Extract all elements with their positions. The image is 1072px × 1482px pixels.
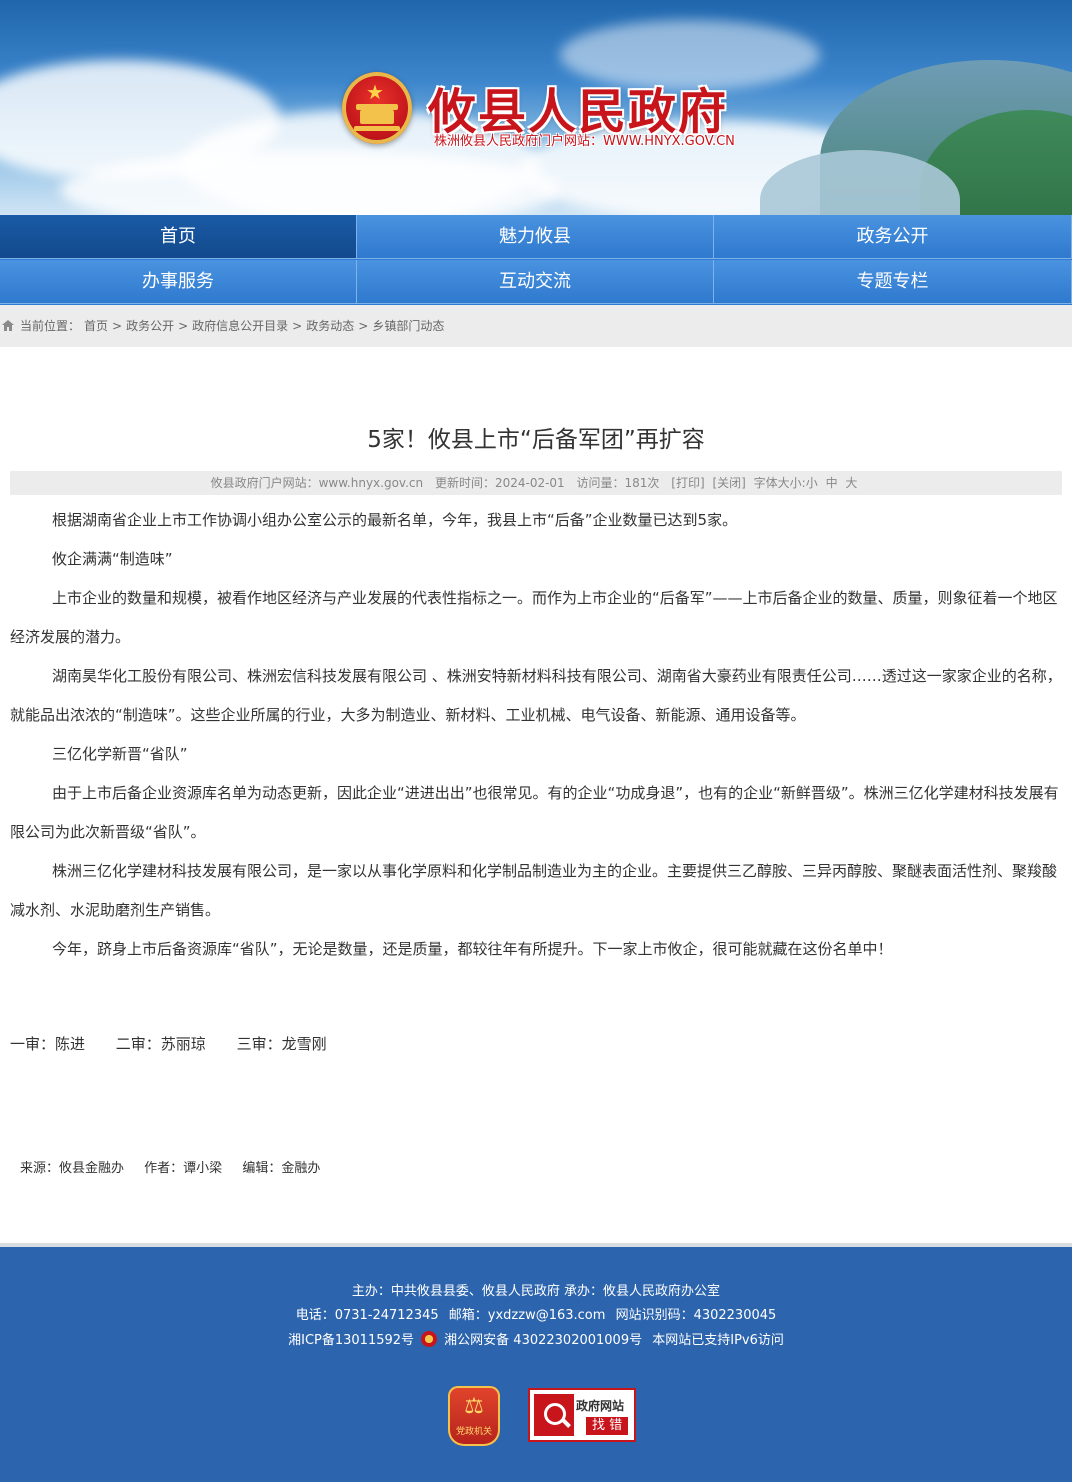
article-editor: 编辑：金融办: [242, 1161, 321, 1176]
home-icon: [2, 320, 14, 331]
national-emblem-icon: ★: [342, 72, 412, 144]
site-footer: 主办：中共攸县县委、攸县人民政府 承办：攸县人民政府办公室 电话：0731-24…: [0, 1243, 1072, 1482]
article-subheading: 攸企满满“制造味”: [52, 550, 173, 568]
footer-email: 邮箱：yxdzzw@163.com: [448, 1308, 606, 1323]
police-badge-icon: [421, 1331, 438, 1347]
breadcrumb-separator: >: [292, 319, 303, 333]
review-line: 一审：陈进 二审：苏丽琼 三审：龙雪刚: [10, 1028, 353, 1060]
footer-contact: 电话：0731-24712345 邮箱：yxdzzw@163.com 网站识别码…: [0, 1305, 1072, 1327]
review-first: 一审：陈进: [10, 1035, 86, 1053]
nav-item-gov-open[interactable]: 政务公开: [714, 215, 1072, 259]
article-source: 来源：攸县金融办: [20, 1161, 125, 1176]
article-paragraph: 根据湖南省企业上市工作协调小组办公室公示的最新名单，今年，我县上市“后备”企业数…: [52, 511, 738, 529]
party-gov-emblem-icon: ⚖: [464, 1394, 484, 1419]
meta-updated: 更新时间：2024-02-01: [434, 476, 565, 490]
party-gov-badge[interactable]: ⚖ 党政机关: [448, 1386, 500, 1446]
site-banner: ★ 攸县人民政府 株洲攸县人民政府门户网站：WWW.HNYX.GOV.CN: [0, 0, 1072, 215]
font-medium-button[interactable]: 中: [826, 476, 838, 490]
article-meta: 攸县政府门户网站：www.hnyx.gov.cn 更新时间：2024-02-01…: [10, 471, 1062, 495]
review-second: 二审：苏丽琼: [115, 1035, 206, 1053]
article-paragraph: 湖南昊华化工股份有限公司、株洲宏信科技发展有限公司 、株洲安特新材料科技有限公司…: [10, 667, 1062, 724]
breadcrumb-separator: >: [112, 319, 123, 333]
breadcrumb-town-news[interactable]: 乡镇部门动态: [372, 319, 444, 333]
article-subheading: 三亿化学新晋“省队”: [52, 745, 188, 763]
close-link[interactable]: [关闭]: [712, 476, 745, 490]
article-paragraph: 今年，跻身上市后备资源库“省队”，无论是数量，还是质量，都较往年有所提升。下一家…: [52, 940, 893, 958]
meta-site: 攸县政府门户网站：www.hnyx.gov.cn: [210, 476, 424, 490]
party-gov-badge-label: 党政机关: [455, 1427, 492, 1437]
footer-ipv6: 本网站已支持IPv6访问: [652, 1333, 784, 1348]
nav-item-charm[interactable]: 魅力攸县: [357, 215, 714, 259]
article-paragraph: 上市企业的数量和规模，被看作地区经济与产业发展的代表性指标之一。而作为上市企业的…: [10, 589, 1058, 646]
report-error-label: 政府网站: [576, 1399, 625, 1413]
breadcrumb-home[interactable]: 首页: [84, 319, 108, 333]
source-line: 来源：攸县金融办 作者：谭小梁 编辑：金融办: [20, 1155, 336, 1183]
article-body: 根据湖南省企业上市工作协调小组办公室公示的最新名单，今年，我县上市“后备”企业数…: [10, 501, 1062, 969]
meta-views: 访问量：181次: [576, 476, 660, 490]
review-third: 三审：龙雪刚: [236, 1035, 327, 1053]
breadcrumb-separator: >: [358, 319, 369, 333]
breadcrumb-info-catalog[interactable]: 政府信息公开目录: [192, 319, 288, 333]
footer-phone: 电话：0731-24712345: [295, 1308, 439, 1323]
nav-item-home[interactable]: 首页: [0, 215, 357, 259]
font-small-button[interactable]: 小: [806, 476, 818, 490]
nav-item-interaction[interactable]: 互动交流: [357, 260, 714, 304]
article-author: 作者：谭小梁: [144, 1161, 223, 1176]
report-error-badge[interactable]: 政府网站 找 错: [528, 1388, 636, 1442]
breadcrumb-gov-news[interactable]: 政务动态: [306, 319, 354, 333]
footer-registration: 湘ICP备13011592号 湘公网安备 43022302001009号 本网站…: [0, 1330, 1072, 1352]
article-paragraph: 株洲三亿化学建材科技发展有限公司，是一家以从事化学原料和化学制品制造业为主的企业…: [10, 862, 1058, 919]
report-error-action: 找 错: [586, 1417, 629, 1435]
footer-organizer: 主办：中共攸县县委、攸县人民政府 承办：攸县人民政府办公室: [351, 1284, 721, 1299]
font-size-label: 字体大小:: [753, 476, 806, 490]
breadcrumb-label: 当前位置：: [20, 319, 81, 333]
print-link[interactable]: [打印]: [671, 476, 704, 490]
breadcrumb-gov-open[interactable]: 政务公开: [126, 319, 174, 333]
site-subtitle: 株洲攸县人民政府门户网站：WWW.HNYX.GOV.CN: [434, 134, 735, 149]
font-large-button[interactable]: 大: [845, 476, 857, 490]
magnifier-icon: [534, 1394, 574, 1436]
article-paragraph: 由于上市后备企业资源库名单为动态更新，因此企业“进进出出”也很常见。有的企业“功…: [10, 784, 1059, 841]
article-title: 5家！攸县上市“后备军团”再扩容: [367, 427, 705, 453]
nav-item-topics[interactable]: 专题专栏: [714, 260, 1072, 304]
breadcrumb: 当前位置： 首页 > 政务公开 > 政府信息公开目录 > 政务动态 > 乡镇部门动态: [0, 305, 1072, 347]
breadcrumb-separator: >: [178, 319, 189, 333]
footer-icp-link[interactable]: 湘ICP备13011592号: [288, 1333, 414, 1348]
main-nav: 首页 魅力攸县 政务公开 办事服务 互动交流 专题专栏: [0, 215, 1072, 305]
footer-police-link[interactable]: 湘公网安备 43022302001009号: [444, 1333, 642, 1348]
nav-item-services[interactable]: 办事服务: [0, 260, 357, 304]
footer-site-code: 网站识别码：4302230045: [615, 1308, 777, 1323]
